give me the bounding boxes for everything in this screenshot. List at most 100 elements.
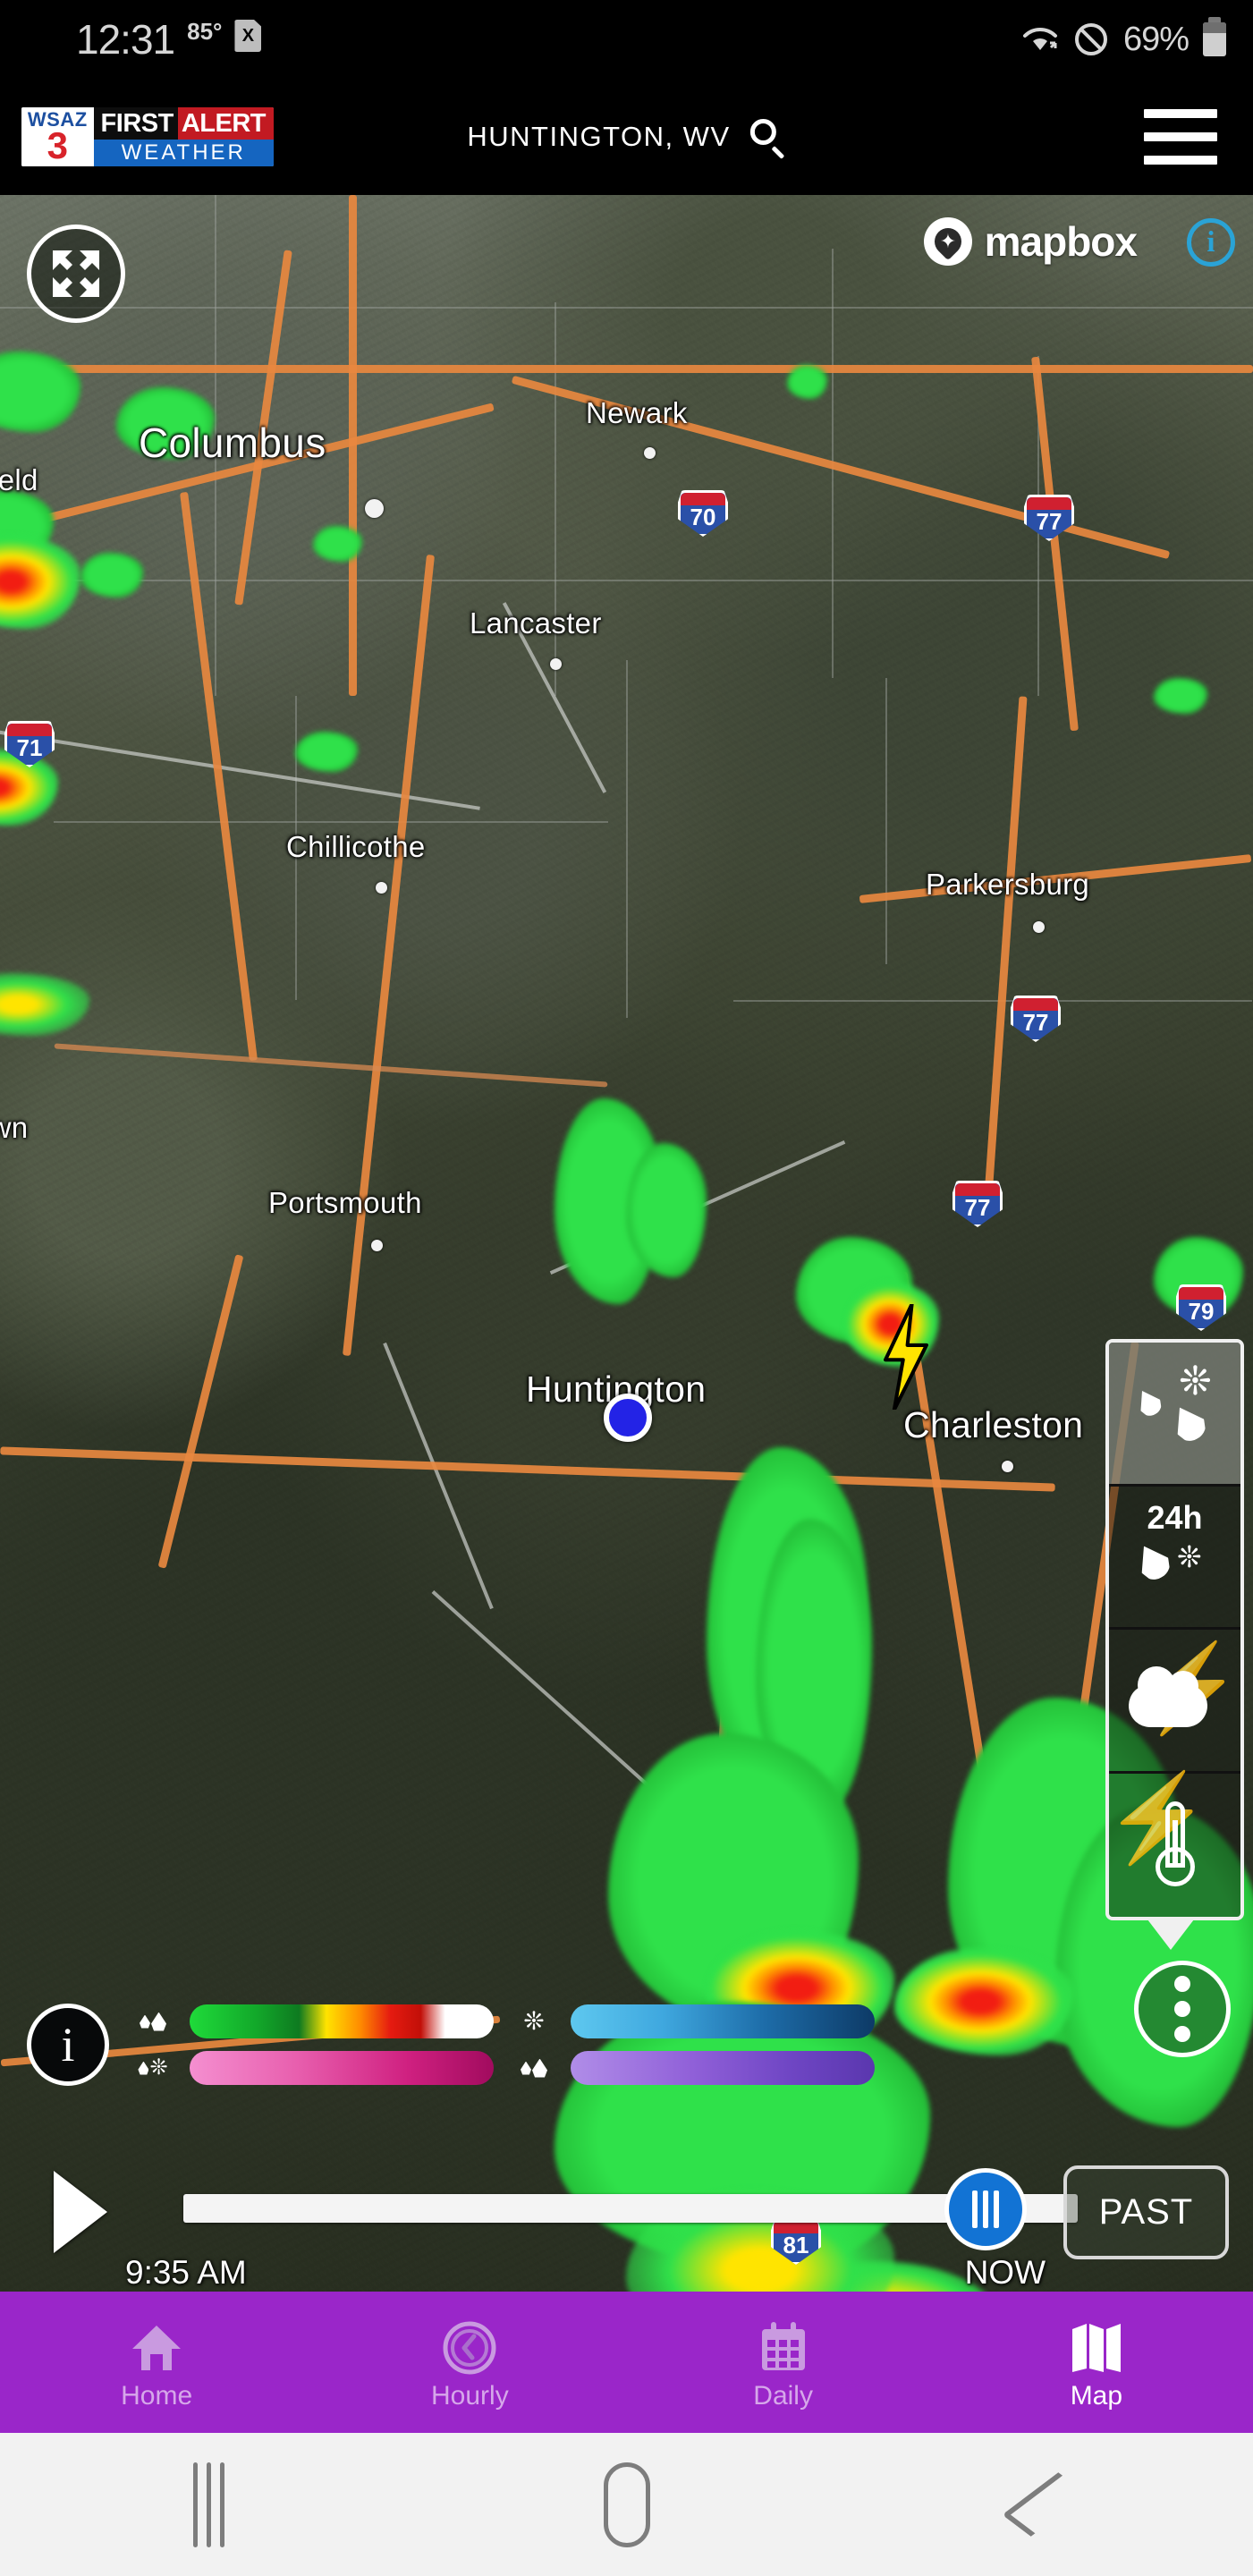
legend-item-snow: ❊: [506, 2004, 875, 2038]
city-label-springfield-partial: gfield: [0, 463, 38, 496]
thermometer-icon: [1164, 1801, 1185, 1868]
raindrop-icon: [1130, 1538, 1174, 1585]
city-label-parkersburg: Parkersburg: [926, 868, 1090, 901]
map-icon: [1069, 2313, 1124, 2376]
android-back-button[interactable]: [835, 2470, 1253, 2539]
radar-timeline[interactable]: PAST 9:35 AM NOW: [0, 2142, 1253, 2292]
nav-label-daily: Daily: [753, 2381, 813, 2411]
legend-item-mix: ❊: [125, 2051, 494, 2085]
android-navigation-bar: [0, 2433, 1253, 2576]
snowflake-icon: ❊: [1177, 1539, 1202, 1573]
snow-rain-icon: ❊: [125, 2057, 181, 2079]
nav-label-home: Home: [121, 2381, 193, 2411]
nav-item-home[interactable]: Home: [0, 2292, 313, 2433]
legend-item-ice: [506, 2051, 875, 2085]
map-layer-panel[interactable]: ❊ 24h ❊ ⚡ ⚡: [1105, 1339, 1244, 1920]
raindrop-small-icon: [1132, 1385, 1165, 1419]
logo-weather-label: WEATHER: [93, 140, 274, 166]
nav-label-hourly: Hourly: [431, 2381, 509, 2411]
three-dots-vertical-icon[interactable]: [1134, 1961, 1231, 2057]
timeline-now-handle[interactable]: [944, 2168, 1027, 2250]
layer-option-clouds[interactable]: ⚡: [1109, 1630, 1240, 1774]
clock-icon: [442, 2313, 497, 2376]
hamburger-menu-icon[interactable]: [1144, 109, 1217, 165]
bottom-navigation-bar: Home Hourly Daily Map: [0, 2292, 1253, 2433]
snowflake-icon: ❊: [523, 2007, 545, 2035]
logo-channel-number: 3: [47, 124, 68, 166]
status-bar-left: 12:31 85° X: [27, 15, 262, 64]
status-temperature: 85°: [187, 17, 223, 45]
search-icon[interactable]: [749, 119, 786, 159]
recents-icon: [193, 2462, 224, 2547]
city-dot-columbus: [365, 499, 384, 518]
city-label-portsmouth: Portsmouth: [268, 1186, 422, 1219]
legend-info-button[interactable]: i: [27, 2004, 109, 2086]
radar-map[interactable]: mapbox i Columbus Newark Lancaster Chill…: [0, 195, 1253, 2292]
status-clock: 12:31: [76, 16, 175, 63]
city-label-charleston: Charleston: [903, 1404, 1084, 1445]
city-dot-portsmouth: [371, 1240, 383, 1251]
raindrop-large-icon: [1166, 1400, 1210, 1446]
sim-card-icon: X: [234, 20, 262, 52]
city-dot-charleston: [1002, 1461, 1013, 1472]
lightning-bolt-icon: [876, 1301, 936, 1412]
back-chevron-icon: [1001, 2472, 1088, 2537]
nav-item-map[interactable]: Map: [940, 2292, 1253, 2433]
legend-bar-mix: [190, 2051, 494, 2085]
logo-first-alert-row: FIRST ALERT: [93, 107, 274, 140]
layer-option-precip-24h[interactable]: 24h ❊: [1109, 1487, 1240, 1630]
city-dot-newark: [644, 447, 656, 459]
mute-icon: [1073, 21, 1109, 57]
calendar-icon: [756, 2313, 811, 2376]
lightning-bolt-icon: ⚡: [1105, 1769, 1211, 1866]
status-bar-right: 69%: [1021, 17, 1226, 59]
map-info-icon[interactable]: i: [1187, 218, 1235, 267]
layer-panel-pointer: [1147, 1919, 1194, 1950]
legend-row-bottom: ❊: [125, 2051, 885, 2085]
legend-scales: ❊ ❊: [125, 2004, 885, 2085]
legend-bar-ice: [571, 2051, 875, 2085]
radar-legend: i ❊ ❊: [27, 1987, 885, 2102]
timeline-now-label: NOW: [964, 2254, 1046, 2291]
layer-option-precipitation[interactable]: ❊: [1109, 1343, 1240, 1487]
raindrops-icon: [125, 2012, 181, 2031]
battery-percent-label: 69%: [1122, 20, 1190, 58]
city-dot-parkersburg: [1033, 921, 1045, 933]
legend-row-top: ❊: [125, 2004, 885, 2038]
legend-bar-rain: [190, 2004, 494, 2038]
legend-item-rain: [125, 2004, 494, 2038]
android-recents-button[interactable]: [0, 2462, 418, 2547]
logo-first-label: FIRST: [93, 107, 178, 140]
current-location-label[interactable]: HUNTINGTON, WV: [467, 121, 730, 153]
logo-alert-label: ALERT: [177, 107, 274, 140]
layer-option-temperature[interactable]: ⚡: [1109, 1774, 1240, 1918]
nav-item-daily[interactable]: Daily: [627, 2292, 940, 2433]
mapbox-wordmark: mapbox: [984, 218, 1138, 265]
cloud-icon: [1128, 1665, 1207, 1727]
timeline-start-time: 9:35 AM: [125, 2254, 247, 2291]
city-dot-lancaster: [550, 658, 562, 670]
city-label-chillicothe: Chillicothe: [286, 830, 426, 863]
system-status-bar: 12:31 85° X 69%: [0, 0, 1253, 79]
weather-radar-app: 12:31 85° X 69% WSAZ 3 FIRST ALERT WEATH…: [0, 0, 1253, 2576]
city-label-newark: Newark: [586, 396, 688, 429]
location-search-control[interactable]: HUNTINGTON, WV: [467, 119, 786, 159]
station-logo: WSAZ 3 FIRST ALERT WEATHER: [21, 107, 274, 166]
sleet-icon: [506, 2058, 562, 2078]
city-dot-chillicothe: [376, 882, 387, 894]
mapbox-logo-icon: [923, 217, 972, 266]
city-label-columbus: Columbus: [139, 419, 326, 466]
snowflake-icon: ❊: [1179, 1360, 1212, 1403]
wifi-icon: [1021, 24, 1059, 55]
past-button[interactable]: PAST: [1063, 2165, 1229, 2259]
legend-bar-snow: [571, 2004, 875, 2038]
city-label-lancaster: Lancaster: [470, 606, 602, 640]
nav-item-hourly[interactable]: Hourly: [313, 2292, 626, 2433]
timeline-track[interactable]: [183, 2194, 1078, 2223]
nav-label-map: Map: [1070, 2381, 1123, 2411]
fullscreen-icon[interactable]: [27, 225, 125, 323]
city-label-town-partial: own: [0, 1111, 29, 1144]
play-icon[interactable]: [54, 2171, 107, 2253]
mapbox-attribution[interactable]: mapbox: [923, 217, 1138, 266]
android-home-button[interactable]: [418, 2462, 835, 2547]
